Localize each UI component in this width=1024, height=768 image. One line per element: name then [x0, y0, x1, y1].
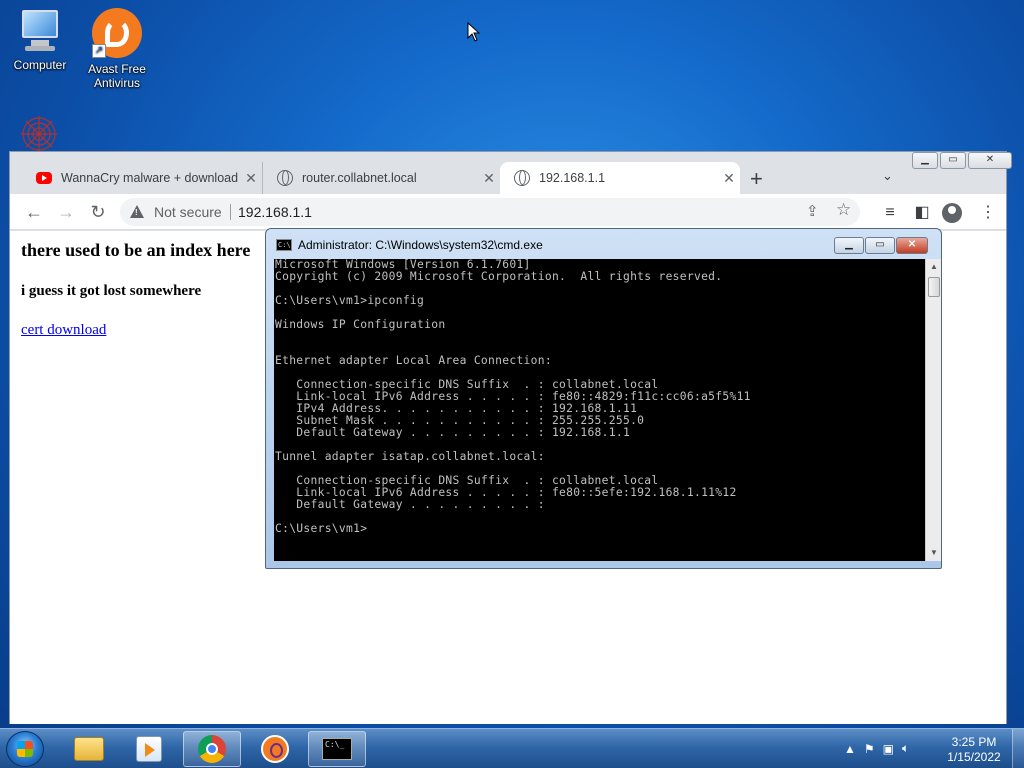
url-text[interactable]: 192.168.1.1: [238, 204, 312, 220]
tab-close-icon[interactable]: ✕: [240, 170, 262, 187]
close-button[interactable]: ✕: [968, 152, 1012, 169]
clock[interactable]: 3:25 PM 1/15/2022: [940, 735, 1008, 765]
tab-title: 192.168.1.1: [539, 171, 606, 185]
taskbar-cmd[interactable]: C:\_: [308, 731, 366, 767]
avast-icon: ↗: [92, 8, 142, 58]
tab-wannacry[interactable]: WannaCry malware + download ✕: [22, 162, 262, 194]
cmd-title: Administrator: C:\Windows\system32\cmd.e…: [298, 238, 543, 252]
desktop-icon-label: Computer: [13, 58, 67, 72]
taskbar-explorer[interactable]: [60, 731, 118, 767]
tab-title: WannaCry malware + download: [61, 171, 239, 185]
console-output: Microsoft Windows [Version 6.1.7601] Cop…: [275, 259, 751, 535]
back-button[interactable]: ←: [22, 200, 46, 224]
page-subheading: i guess it got lost somewhere: [21, 283, 202, 299]
new-tab-button[interactable]: +: [750, 166, 763, 192]
taskbar-avast[interactable]: [246, 731, 304, 767]
cmd-icon: C:\_: [322, 738, 352, 760]
taskbar: C:\_ ▲ ⚑ ▣ 🔈︎ 3:25 PM 1/15/2022: [0, 728, 1024, 768]
scroll-up-arrow-icon[interactable]: ▲: [926, 259, 942, 275]
page-heading: there used to be an index here: [21, 240, 251, 260]
minimize-button[interactable]: ▁: [912, 152, 938, 169]
tab-router[interactable]: router.collabnet.local ✕: [262, 162, 500, 194]
avast-icon: [261, 735, 289, 763]
maximize-button[interactable]: ▭: [940, 152, 966, 169]
tab-strip: WannaCry malware + download ✕ router.col…: [10, 152, 1012, 194]
volume-icon[interactable]: 🔈︎: [902, 741, 909, 756]
tab-close-icon[interactable]: ✕: [478, 170, 500, 187]
side-panel-icon[interactable]: ◧: [910, 201, 934, 225]
warning-icon[interactable]: [130, 205, 144, 218]
browser-toolbar: ← → ↻ Not secure 192.168.1.1 ⇪ ☆ ≡ ◧ ⋮: [10, 194, 1006, 230]
console-area[interactable]: Microsoft Windows [Version 6.1.7601] Cop…: [274, 259, 925, 561]
cmd-icon: C:\: [276, 239, 292, 251]
taskbar-chrome[interactable]: [183, 731, 241, 767]
cmd-close-button[interactable]: ✕: [896, 237, 928, 254]
system-tray: ▲ ⚑ ▣ 🔈︎: [844, 741, 909, 756]
show-hidden-icons-icon[interactable]: ▲: [844, 742, 856, 756]
show-desktop-button[interactable]: [1012, 729, 1024, 768]
media-center-icon: [136, 736, 162, 762]
desktop-icon-computer[interactable]: Computer: [0, 8, 80, 72]
tab-active[interactable]: 192.168.1.1 ✕: [500, 162, 740, 194]
share-icon[interactable]: ⇪: [806, 202, 819, 220]
clock-time: 3:25 PM: [951, 735, 997, 749]
desktop-icon-label: Avast Free Antivirus: [88, 62, 146, 90]
security-label[interactable]: Not secure: [154, 204, 222, 220]
tab-title: router.collabnet.local: [302, 171, 417, 185]
scroll-thumb[interactable]: [928, 277, 940, 297]
menu-kebab-icon[interactable]: ⋮: [976, 201, 1000, 225]
taskbar-media[interactable]: [120, 731, 178, 767]
profile-avatar-icon[interactable]: [942, 203, 962, 223]
bookmark-star-icon[interactable]: ☆: [836, 200, 851, 220]
window-controls: ▁ ▭ ✕: [912, 152, 1012, 169]
address-bar[interactable]: Not secure 192.168.1.1 ⇪ ☆: [120, 198, 860, 226]
pattern-icon: [21, 116, 57, 152]
start-button[interactable]: [6, 731, 44, 767]
desktop-icon-avast[interactable]: ↗ Avast Free Antivirus: [77, 8, 157, 90]
network-icon[interactable]: ▣: [883, 742, 894, 756]
tab-close-icon[interactable]: ✕: [718, 170, 740, 187]
action-center-flag-icon[interactable]: ⚑: [864, 742, 875, 756]
tab-search-chevron-icon[interactable]: ⌄: [882, 168, 893, 184]
forward-button[interactable]: →: [54, 200, 78, 224]
clock-date: 1/15/2022: [947, 750, 1001, 764]
cmd-window-controls: ▁ ▭ ✕: [834, 237, 928, 254]
windows-explorer-icon: [74, 737, 104, 761]
globe-icon: [514, 170, 530, 186]
chrome-icon: [198, 735, 226, 763]
separator: [230, 204, 231, 220]
shortcut-arrow-icon: ↗: [92, 44, 106, 58]
media-control-icon[interactable]: ≡: [878, 201, 902, 225]
computer-icon: [17, 8, 63, 54]
youtube-icon: [36, 172, 52, 184]
reload-button[interactable]: ↻: [86, 200, 110, 224]
cmd-titlebar[interactable]: C:\ Administrator: C:\Windows\system32\c…: [276, 238, 543, 252]
cmd-maximize-button[interactable]: ▭: [865, 237, 895, 254]
console-scrollbar[interactable]: ▲ ▼: [925, 259, 941, 561]
cert-download-link[interactable]: cert download: [21, 322, 106, 339]
cmd-window: C:\ Administrator: C:\Windows\system32\c…: [265, 228, 942, 569]
cmd-minimize-button[interactable]: ▁: [834, 237, 864, 254]
scroll-down-arrow-icon[interactable]: ▼: [926, 545, 942, 561]
globe-icon: [277, 170, 293, 186]
desktop-icon-partial[interactable]: [16, 112, 62, 152]
